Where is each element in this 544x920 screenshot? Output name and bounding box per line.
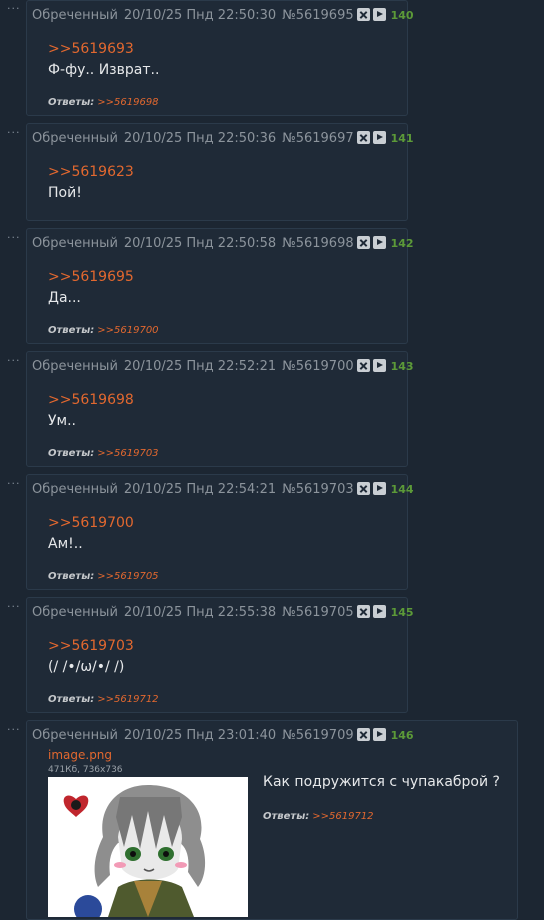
post-menu-icon[interactable]: ··· [7, 601, 21, 612]
post-author: Обреченный [32, 8, 118, 23]
post: Обреченный 20/10/25 Пнд 22:50:58 №5619698 1… [26, 228, 414, 344]
quote-link[interactable]: >>5619703 [48, 638, 134, 654]
post-answers: Ответы: >>5619712 [48, 694, 159, 705]
post-author: Обреченный [32, 482, 118, 497]
play-icon[interactable] [372, 728, 386, 741]
answer-link[interactable]: >>5619712 [312, 811, 373, 822]
post-number-link[interactable]: №5619700 [282, 359, 353, 374]
post-datetime: 20/10/25 Пнд 22:50:58 [123, 236, 277, 251]
answer-link[interactable]: >>5619698 [97, 97, 158, 108]
anime-character-image [48, 777, 248, 917]
play-icon[interactable] [372, 236, 386, 249]
post-menu-icon[interactable]: ··· [7, 724, 21, 735]
hide-post-icon[interactable] [356, 359, 370, 372]
post-datetime: 20/10/25 Пнд 23:01:40 [123, 728, 277, 743]
answer-link[interactable]: >>5619700 [97, 325, 158, 336]
post-index: 142 [390, 237, 414, 250]
quote-link[interactable]: >>5619623 [48, 164, 134, 180]
post-index: 144 [390, 483, 414, 496]
post-answers: Ответы: >>5619705 [48, 571, 159, 582]
post-datetime: 20/10/25 Пнд 22:52:21 [123, 359, 277, 374]
post-text: Ам!.. [48, 536, 83, 552]
answers-label: Ответы: [48, 97, 95, 108]
post-header: Обреченный 20/10/25 Пнд 22:54:21 №5619703 1… [32, 482, 414, 497]
answers-label: Ответы: [48, 694, 95, 705]
post-menu-icon[interactable]: ··· [7, 478, 21, 489]
post-index: 140 [390, 9, 414, 22]
post: Обреченный 20/10/25 Пнд 22:55:38 №5619705 1… [26, 597, 414, 713]
post-number-link[interactable]: №5619705 [282, 605, 353, 620]
post-header: Обреченный 20/10/25 Пнд 22:52:21 №5619700 1… [32, 359, 414, 374]
post: Обреченный 20/10/25 Пнд 22:50:36 №5619697 1… [26, 123, 414, 221]
post-header: Обреченный 20/10/25 Пнд 22:50:36 №5619697 1… [32, 131, 414, 146]
play-icon[interactable] [372, 359, 386, 372]
post-author: Обреченный [32, 236, 118, 251]
hide-post-icon[interactable] [356, 131, 370, 144]
play-icon[interactable] [372, 8, 386, 21]
answers-label: Ответы: [48, 571, 95, 582]
play-icon[interactable] [372, 482, 386, 495]
answers-label: Ответы: [48, 325, 95, 336]
answer-link[interactable]: >>5619703 [97, 448, 158, 459]
post-header: Обреченный 20/10/25 Пнд 23:01:40 №5619709 1… [32, 728, 414, 743]
quote-link[interactable]: >>5619698 [48, 392, 134, 408]
post-author: Обреченный [32, 728, 118, 743]
post-number-link[interactable]: №5619698 [282, 236, 353, 251]
hide-post-icon[interactable] [356, 728, 370, 741]
post-text: Как подружится с чупакаброй ? [263, 774, 500, 790]
quote-link[interactable]: >>5619695 [48, 269, 134, 285]
post-text: Да... [48, 290, 81, 306]
post: Обреченный 20/10/25 Пнд 22:52:21 №5619700 1… [26, 351, 414, 467]
answers-label: Ответы: [48, 448, 95, 459]
post-datetime: 20/10/25 Пнд 22:54:21 [123, 482, 277, 497]
post-answers: Ответы: >>5619712 [263, 811, 374, 822]
quote-link[interactable]: >>5619693 [48, 41, 134, 57]
post-text: Ум.. [48, 413, 76, 429]
quote-link[interactable]: >>5619700 [48, 515, 134, 531]
post-index: 141 [390, 132, 414, 145]
hide-post-icon[interactable] [356, 8, 370, 21]
post-index: 143 [390, 360, 414, 373]
post-menu-icon[interactable]: ··· [7, 3, 21, 14]
attachment-thumbnail[interactable] [48, 777, 248, 917]
post-number-link[interactable]: №5619695 [282, 8, 353, 23]
hide-post-icon[interactable] [356, 605, 370, 618]
post-index: 146 [390, 729, 414, 742]
post-author: Обреченный [32, 131, 118, 146]
attachment-meta: 471Кб, 736x736 [48, 765, 123, 775]
post-author: Обреченный [32, 359, 118, 374]
play-icon[interactable] [372, 131, 386, 144]
post-menu-icon[interactable]: ··· [7, 127, 21, 138]
post-header: Обреченный 20/10/25 Пнд 22:50:30 №5619695 1… [32, 8, 414, 23]
post-number-link[interactable]: №5619703 [282, 482, 353, 497]
post-header: Обреченный 20/10/25 Пнд 22:50:58 №5619698 1… [32, 236, 414, 251]
attachment-filename[interactable]: image.png [48, 748, 112, 762]
hide-post-icon[interactable] [356, 482, 370, 495]
answers-label: Ответы: [263, 811, 310, 822]
post-text: (/ /•/ω/•/ /) [48, 659, 125, 675]
post-text: Ф-фу.. Изврат.. [48, 62, 160, 78]
post-datetime: 20/10/25 Пнд 22:50:30 [123, 8, 277, 23]
post-answers: Ответы: >>5619698 [48, 97, 159, 108]
post-datetime: 20/10/25 Пнд 22:55:38 [123, 605, 277, 620]
post: Обреченный 20/10/25 Пнд 23:01:40 №5619709 1… [26, 720, 518, 920]
post-index: 145 [390, 606, 414, 619]
post-answers: Ответы: >>5619700 [48, 325, 159, 336]
post-menu-icon[interactable]: ··· [7, 355, 21, 366]
post-answers: Ответы: >>5619703 [48, 448, 159, 459]
answer-link[interactable]: >>5619712 [97, 694, 158, 705]
answer-link[interactable]: >>5619705 [97, 571, 158, 582]
post-menu-icon[interactable]: ··· [7, 232, 21, 243]
post-number-link[interactable]: №5619709 [282, 728, 353, 743]
post-text: Пой! [48, 185, 82, 201]
hide-post-icon[interactable] [356, 236, 370, 249]
post-number-link[interactable]: №5619697 [282, 131, 353, 146]
post: Обреченный 20/10/25 Пнд 22:54:21 №5619703 1… [26, 474, 414, 590]
post: Обреченный 20/10/25 Пнд 22:50:30 №5619695 1… [26, 0, 414, 116]
play-icon[interactable] [372, 605, 386, 618]
post-author: Обреченный [32, 605, 118, 620]
post-header: Обреченный 20/10/25 Пнд 22:55:38 №5619705 1… [32, 605, 414, 620]
post-datetime: 20/10/25 Пнд 22:50:36 [123, 131, 277, 146]
